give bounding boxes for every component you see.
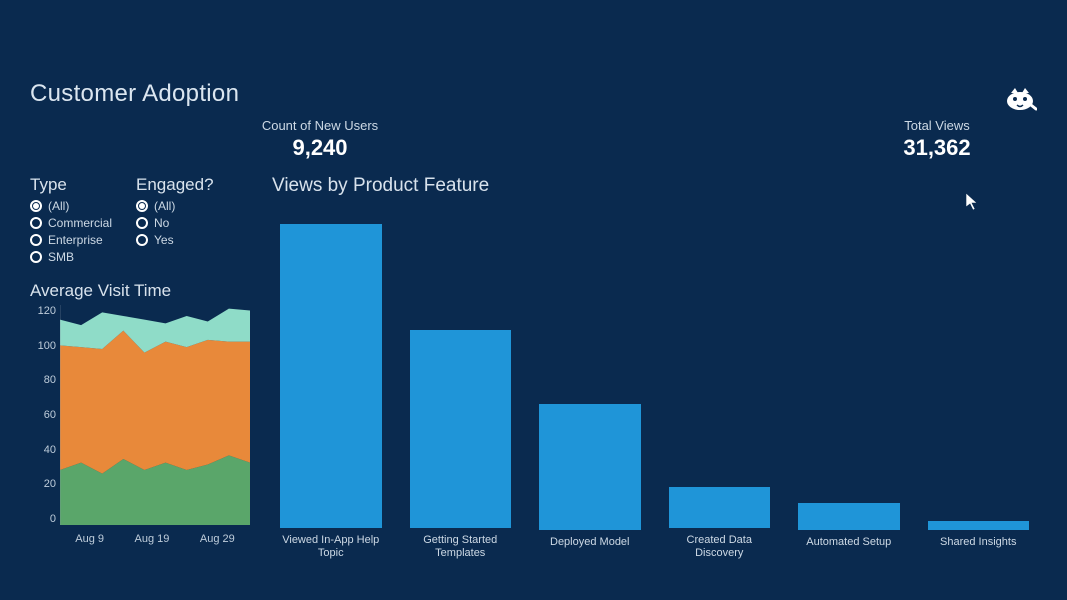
filter-type-option[interactable]: Enterprise — [30, 233, 112, 247]
radio-icon[interactable] — [30, 234, 42, 246]
filter-engaged-option[interactable]: No — [136, 216, 214, 230]
area-chart[interactable]: 120 100 80 60 40 20 0 Aug 9 Aug 19 Aug 29 — [30, 305, 250, 545]
filter-engaged-option[interactable]: (All) — [136, 199, 214, 213]
filter-type-option[interactable]: Commercial — [30, 216, 112, 230]
filter-engaged-option-label: (All) — [154, 199, 175, 213]
bar — [669, 487, 771, 528]
y-tick: 0 — [30, 513, 56, 525]
area-chart-plot — [60, 305, 250, 525]
bar-chart[interactable]: Viewed In-App Help Topic Getting Started … — [272, 215, 1037, 560]
bar-column[interactable]: Deployed Model — [539, 404, 641, 560]
y-tick: 120 — [30, 305, 56, 317]
filter-type-option-label: SMB — [48, 250, 74, 264]
area-chart-x-axis: Aug 9 Aug 19 Aug 29 — [60, 533, 250, 545]
filter-engaged-title: Engaged? — [136, 175, 214, 195]
page-title: Customer Adoption — [30, 80, 1037, 108]
x-tick: Aug 29 — [200, 533, 235, 545]
bar — [539, 404, 641, 530]
filter-type-option-label: Enterprise — [48, 233, 103, 247]
bar-column[interactable]: Created Data Discovery — [669, 487, 771, 560]
bar-label: Created Data Discovery — [669, 534, 771, 560]
y-tick: 80 — [30, 374, 56, 386]
x-tick: Aug 9 — [75, 533, 104, 545]
brand-logo-icon — [1003, 85, 1037, 120]
area-chart-y-axis: 120 100 80 60 40 20 0 — [30, 305, 56, 525]
y-tick: 40 — [30, 444, 56, 456]
radio-icon[interactable] — [136, 234, 148, 246]
bar-label: Getting Started Templates — [410, 534, 512, 560]
bar-column[interactable]: Getting Started Templates — [410, 330, 512, 560]
filter-engaged: Engaged? (All) No Yes — [136, 175, 214, 267]
kpi-row: Count of New Users 9,240 Total Views 31,… — [220, 118, 1037, 161]
x-tick: Aug 19 — [135, 533, 170, 545]
filter-type-option-label: (All) — [48, 199, 69, 213]
kpi-total-views: Total Views 31,362 — [837, 118, 1037, 161]
filter-type-title: Type — [30, 175, 112, 195]
y-tick: 100 — [30, 340, 56, 352]
radio-icon[interactable] — [136, 217, 148, 229]
kpi-new-users: Count of New Users 9,240 — [220, 118, 420, 161]
kpi-total-views-value: 31,362 — [837, 135, 1037, 161]
filter-engaged-option-label: Yes — [154, 233, 174, 247]
dashboard: Customer Adoption Count of New Users 9,2… — [0, 0, 1067, 600]
filter-engaged-option[interactable]: Yes — [136, 233, 214, 247]
bar-column[interactable]: Shared Insights — [928, 521, 1030, 560]
filter-engaged-option-label: No — [154, 216, 169, 230]
kpi-total-views-label: Total Views — [837, 118, 1037, 133]
area-chart-title: Average Visit Time — [30, 281, 250, 301]
bar-chart-title: Views by Product Feature — [272, 175, 1037, 197]
bar-column[interactable]: Viewed In-App Help Topic — [280, 224, 382, 560]
bar — [798, 503, 900, 530]
filter-type-option[interactable]: (All) — [30, 199, 112, 213]
bar — [410, 330, 512, 528]
bar-label: Shared Insights — [940, 536, 1016, 560]
filter-type: Type (All) Commercial Enterprise SMB — [30, 175, 112, 267]
bar-label: Viewed In-App Help Topic — [280, 534, 382, 560]
bar-label: Automated Setup — [806, 536, 891, 560]
y-tick: 20 — [30, 478, 56, 490]
radio-icon[interactable] — [30, 217, 42, 229]
filter-type-option[interactable]: SMB — [30, 250, 112, 264]
bar — [280, 224, 382, 528]
y-tick: 60 — [30, 409, 56, 421]
radio-icon[interactable] — [30, 200, 42, 212]
kpi-new-users-value: 9,240 — [220, 135, 420, 161]
area-series — [60, 331, 250, 474]
kpi-new-users-label: Count of New Users — [220, 118, 420, 133]
radio-icon[interactable] — [30, 251, 42, 263]
filter-type-option-label: Commercial — [48, 216, 112, 230]
bar-label: Deployed Model — [550, 536, 630, 560]
bar-column[interactable]: Automated Setup — [798, 503, 900, 560]
bar — [928, 521, 1030, 530]
radio-icon[interactable] — [136, 200, 148, 212]
